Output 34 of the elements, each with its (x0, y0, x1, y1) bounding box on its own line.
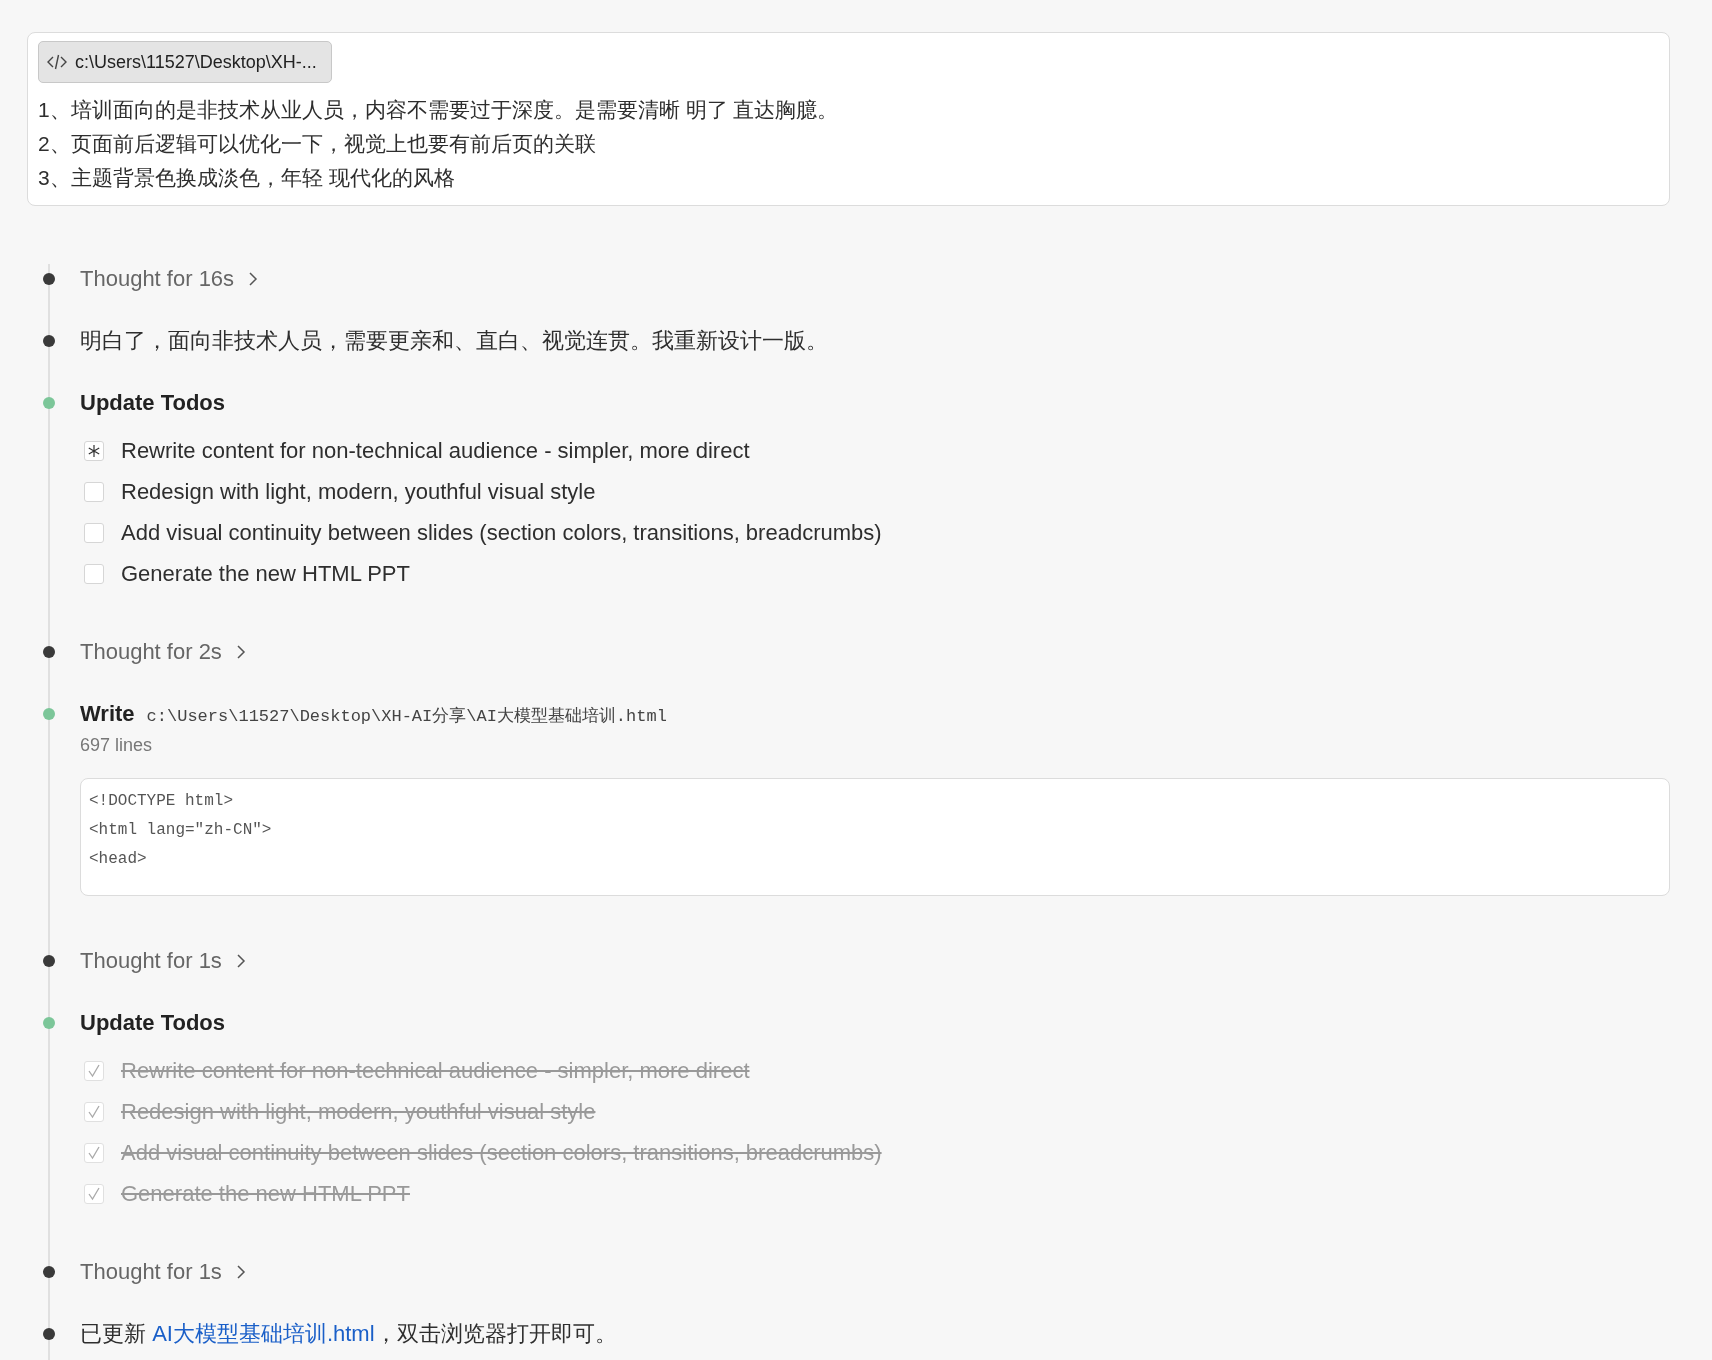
thought-toggle[interactable]: Thought for 1s (80, 946, 246, 976)
chevron-icon (235, 644, 246, 660)
code-line: <html lang="zh-CN"> (89, 820, 273, 841)
todo-label: Rewrite content for non-technical audience - simpler, more direct (121, 1057, 750, 1085)
todo-label: Rewrite content for non-technical audience - simpler, more direct (121, 437, 750, 465)
file-link[interactable]: AI大模型基础培训.html (152, 1321, 375, 1346)
prompt-line: 1、培训面向的是非技术从业人员，内容不需要过于深度。是需要清晰 明了 直达胸臆。 (38, 97, 840, 123)
in-progress-icon (84, 441, 104, 461)
todo-label: Add visual continuity between slides (section colors, transitions, breadcrumbs) (121, 1139, 882, 1167)
todo-label: Generate the new HTML PPT (121, 1180, 410, 1208)
thought-toggle[interactable]: Thought for 1s (80, 1257, 246, 1287)
chevron-icon (235, 953, 246, 969)
line-count: 697 lines (80, 735, 154, 756)
todo-label: Add visual continuity between slides (section colors, transitions, breadcrumbs) (121, 519, 882, 547)
code-line: <head> (89, 849, 148, 870)
thought-toggle[interactable]: Thought for 2s (80, 637, 246, 667)
todo-label: Redesign with light, modern, youthful visual style (121, 1098, 596, 1126)
prompt-line: 3、主题背景色换成淡色，年轻 现代化的风格 (38, 165, 456, 191)
code-icon (47, 54, 67, 70)
tool-title: Update Todos (80, 389, 227, 417)
assistant-message: 明白了，面向非技术人员，需要更亲和、直白、视觉连贯。我重新设计一版。 (80, 327, 829, 355)
thought-toggle[interactable]: Thought for 16s (80, 264, 259, 294)
file-chip[interactable]: c:\Users\11527\Desktop\XH-... (38, 41, 332, 83)
tool-title: Update Todos (80, 1009, 227, 1037)
assistant-message: 已更新 AI大模型基础培训.html，双击浏览器打开即可。 (80, 1320, 618, 1348)
code-line: <!DOCTYPE html> (89, 791, 235, 812)
chevron-icon (248, 271, 259, 287)
todo-label: Redesign with light, modern, youthful visual style (121, 478, 596, 506)
todo-label: Generate the new HTML PPT (121, 560, 410, 588)
prompt-line: 2、页面前后逻辑可以优化一下，视觉上也要有前后页的关联 (38, 131, 597, 157)
file-path: c:\Users\11527\Desktop\XH-AI分享\AI大模型基础培训.html (146, 705, 667, 727)
chevron-icon (235, 1264, 246, 1280)
tool-title: Write (80, 700, 135, 728)
file-path: c:\Users\11527\Desktop\XH-... (75, 51, 317, 73)
